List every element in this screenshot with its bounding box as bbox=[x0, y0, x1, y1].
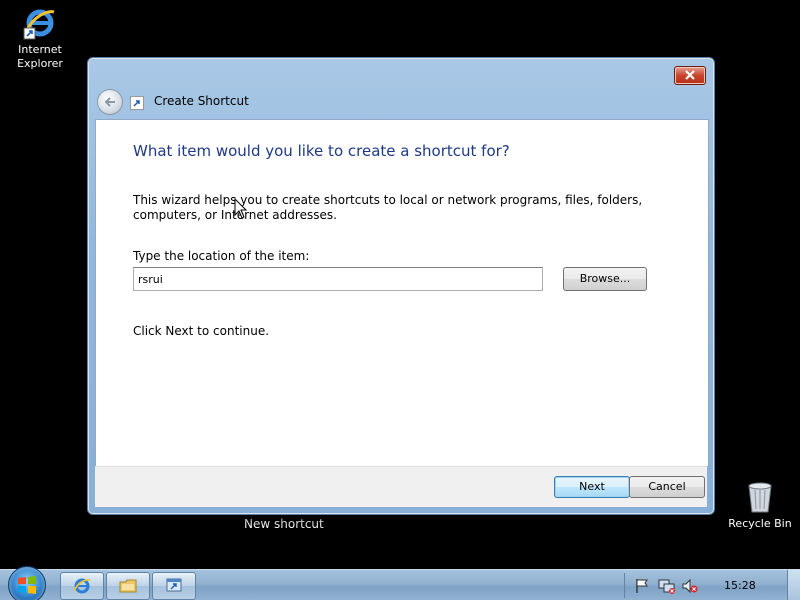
taskbar-internet-explorer[interactable] bbox=[60, 572, 104, 600]
recycle-bin-icon bbox=[745, 480, 775, 514]
start-button[interactable] bbox=[8, 566, 46, 600]
page-title: What item would you like to create a sho… bbox=[133, 142, 510, 160]
taskbar: 15:28 bbox=[0, 566, 800, 600]
desktop-icon-label: Recycle Bin bbox=[728, 517, 792, 530]
continue-instruction: Click Next to continue. bbox=[133, 324, 270, 338]
taskbar-windows-explorer[interactable] bbox=[106, 572, 150, 600]
wizard-footer: Next Cancel bbox=[95, 466, 707, 507]
back-arrow-icon bbox=[104, 97, 115, 107]
internet-explorer-icon bbox=[73, 578, 91, 594]
window-title: Create Shortcut bbox=[154, 94, 249, 108]
internet-explorer-icon bbox=[23, 6, 57, 40]
tray-separator bbox=[624, 573, 625, 598]
network-icon[interactable] bbox=[658, 578, 676, 594]
new-shortcut-icon-label[interactable]: New shortcut bbox=[244, 517, 324, 531]
clock[interactable]: 15:28 bbox=[724, 579, 756, 592]
close-button[interactable] bbox=[674, 66, 706, 85]
show-desktop-button[interactable] bbox=[787, 570, 800, 600]
wizard-description: This wizard helps you to create shortcut… bbox=[133, 193, 643, 222]
shortcut-wizard-icon bbox=[166, 578, 182, 592]
action-center-flag-icon[interactable] bbox=[634, 578, 650, 594]
wizard-content: What item would you like to create a sho… bbox=[95, 119, 709, 467]
desktop: Internet Explorer Recycle Bin New shortc… bbox=[0, 0, 800, 600]
shortcut-icon bbox=[130, 96, 144, 110]
location-input[interactable] bbox=[133, 267, 543, 291]
location-label: Type the location of the item: bbox=[133, 249, 310, 263]
volume-muted-icon[interactable] bbox=[682, 578, 698, 594]
desktop-icon-recycle-bin[interactable]: Recycle Bin bbox=[720, 480, 800, 531]
taskbar-create-shortcut[interactable] bbox=[152, 572, 196, 600]
folder-icon bbox=[119, 579, 137, 593]
desktop-icon-label: Internet bbox=[18, 43, 62, 56]
close-icon bbox=[685, 70, 695, 80]
desktop-icon-label: Explorer bbox=[17, 57, 63, 70]
windows-logo-icon bbox=[18, 576, 36, 594]
next-button[interactable]: Next bbox=[554, 476, 630, 498]
mouse-cursor-icon bbox=[234, 198, 248, 219]
desktop-icon-internet-explorer[interactable]: Internet Explorer bbox=[0, 6, 80, 71]
browse-button[interactable]: Browse... bbox=[563, 267, 647, 291]
back-button[interactable] bbox=[97, 89, 123, 115]
cancel-button[interactable]: Cancel bbox=[629, 476, 705, 498]
create-shortcut-window: Create Shortcut What item would you like… bbox=[87, 57, 715, 515]
